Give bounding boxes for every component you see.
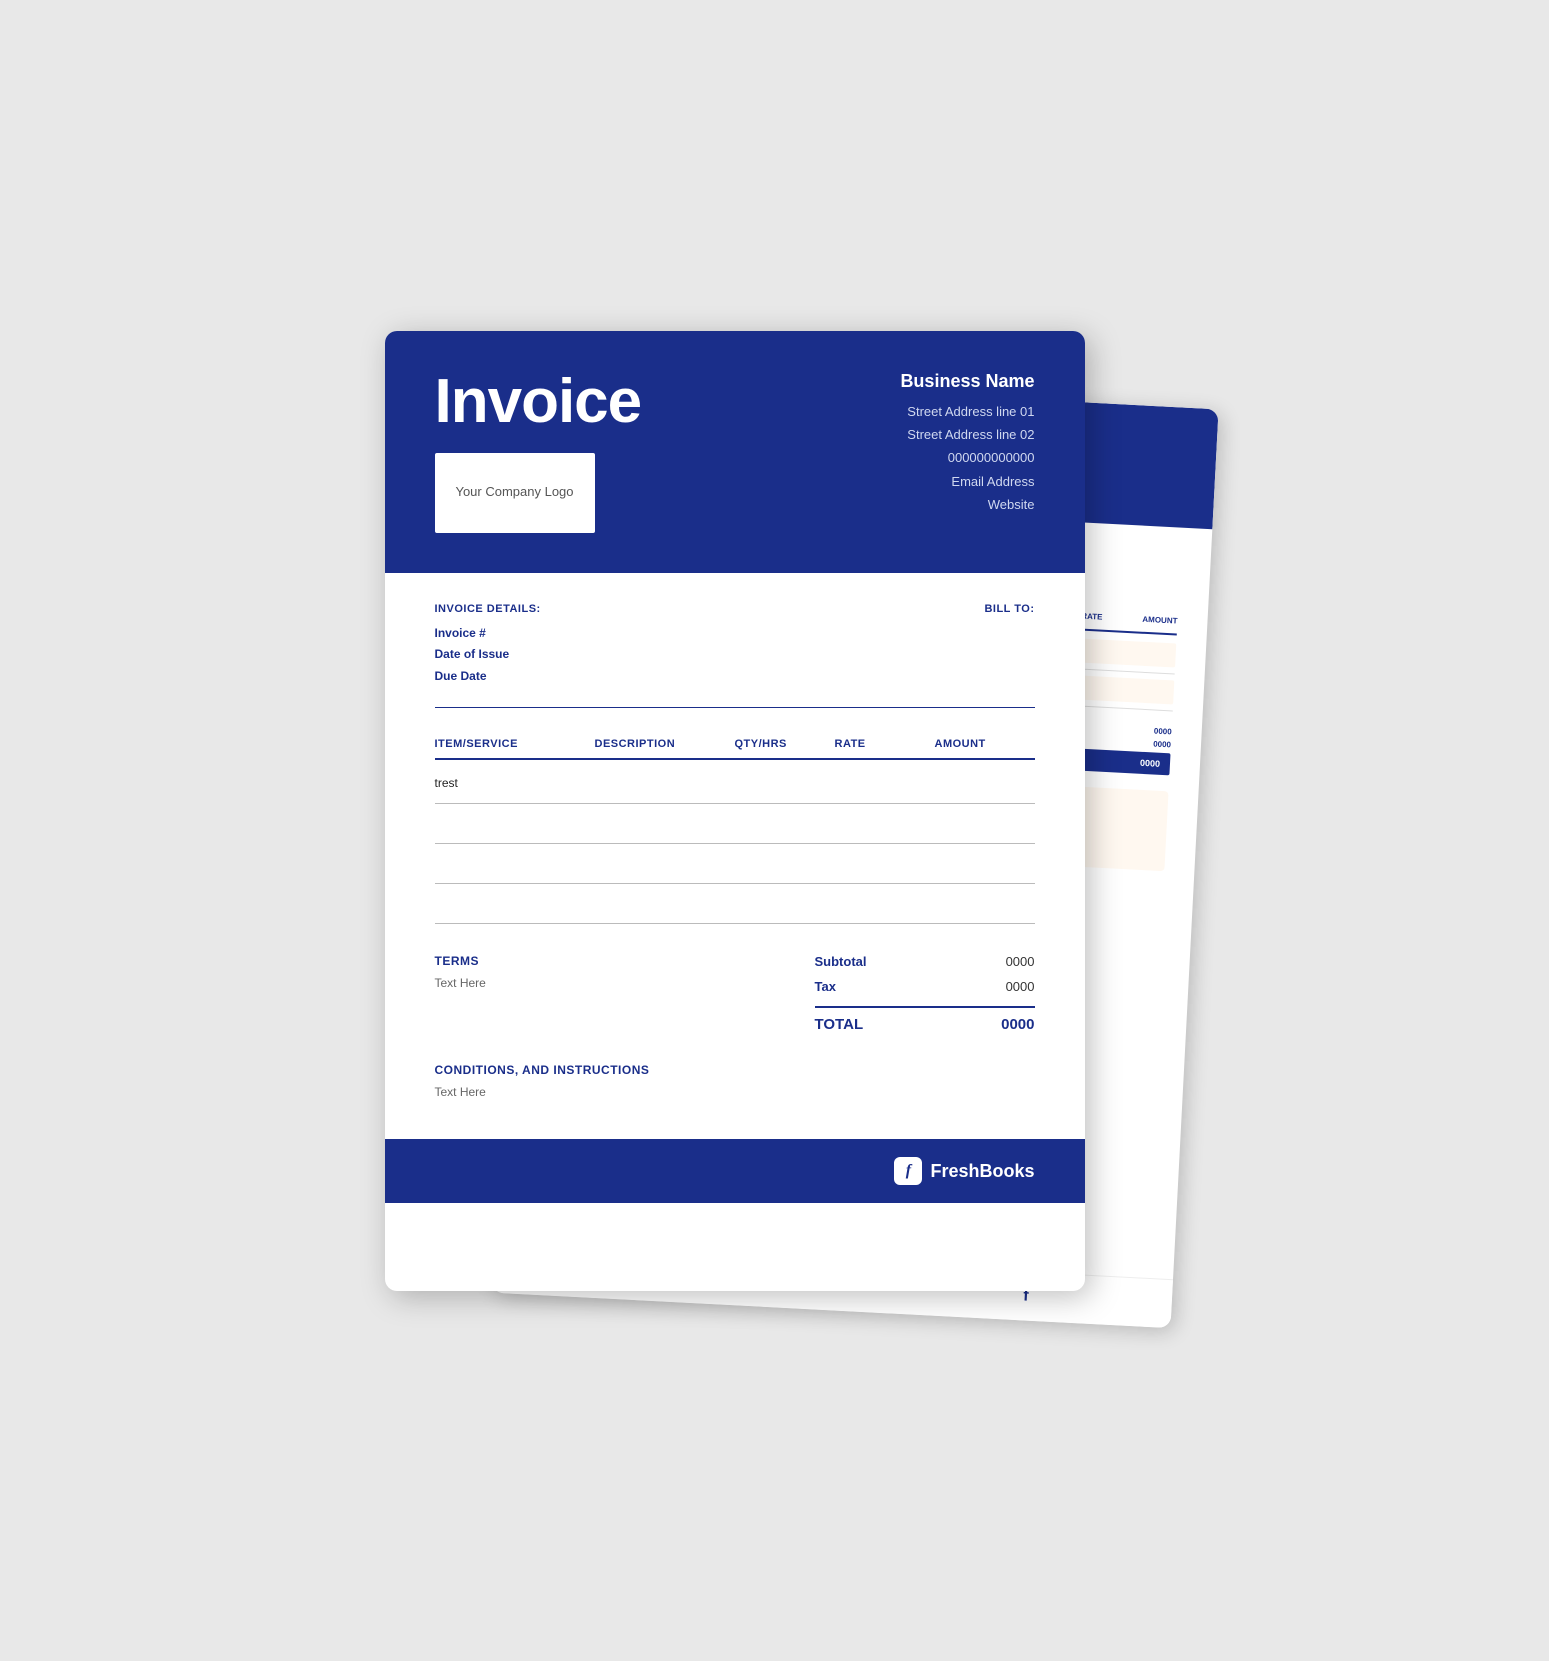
subtotal-label: Subtotal — [815, 954, 867, 969]
subtotal-value: 0000 — [1006, 954, 1035, 969]
total-value: 0000 — [1001, 1016, 1034, 1033]
freshbooks-icon: f — [894, 1157, 922, 1185]
conditions-section: CONDITIONS, AND INSTRUCTIONS Text Here — [435, 1063, 1035, 1099]
terms-section: TERMS Text Here — [435, 954, 815, 990]
table-row: trest — [435, 764, 1035, 804]
col-qty-header: QTY/HRS — [735, 738, 835, 750]
front-header-right: Business Name Street Address line 01 Str… — [900, 371, 1034, 517]
row3-amount — [935, 856, 1035, 871]
invoice-details-left: INVOICE DETAILS: Invoice # Date of Issue… — [435, 603, 541, 688]
business-name: Business Name — [900, 371, 1034, 392]
front-header: Invoice Your Company Logo Business Name … — [385, 331, 1085, 573]
website: Website — [900, 493, 1034, 516]
bottom-section: TERMS Text Here Subtotal 0000 Tax 0000 T… — [435, 944, 1035, 1033]
back-freshbooks-brand: FreshBooks — [1047, 1287, 1152, 1313]
row3-rate — [835, 856, 935, 871]
freshbooks-logo: f FreshBooks — [894, 1157, 1034, 1185]
row2-amount — [935, 816, 1035, 831]
total-row: TOTAL 0000 — [815, 1016, 1035, 1033]
col-amount-header: AMOUNT — [935, 738, 1035, 750]
row2-desc — [595, 816, 735, 831]
table-row — [435, 804, 1035, 844]
invoice-scene: INVOICE DETAILS: Invoice # 0000 Date of … — [385, 331, 1165, 1331]
terms-text: Text Here — [435, 976, 815, 990]
back-subtotal-value: 0000 — [1153, 726, 1171, 736]
col-item-header: ITEM/SERVICE — [435, 738, 595, 750]
date-of-issue-label: Date of Issue — [435, 644, 541, 666]
front-header-left: Invoice Your Company Logo — [435, 371, 642, 533]
row4-item — [435, 896, 595, 911]
items-table: ITEM/SERVICE DESCRIPTION QTY/HRS RATE AM… — [435, 738, 1035, 924]
row1-item: trest — [435, 776, 595, 791]
logo-box: Your Company Logo — [435, 453, 595, 533]
tax-row: Tax 0000 — [815, 979, 1035, 998]
table-row — [435, 884, 1035, 924]
freshbooks-icon-letter: f — [906, 1162, 911, 1180]
conditions-title: CONDITIONS, AND INSTRUCTIONS — [435, 1063, 1035, 1077]
col-desc-header: DESCRIPTION — [595, 738, 735, 750]
invoice-info-section: INVOICE DETAILS: Invoice # Date of Issue… — [435, 603, 1035, 709]
total-label: TOTAL — [815, 1016, 864, 1033]
email: Email Address — [900, 470, 1034, 493]
table-row — [435, 844, 1035, 884]
invoice-title: Invoice — [435, 371, 642, 433]
back-tax-value: 0000 — [1152, 739, 1170, 749]
invoice-details-title: INVOICE DETAILS: — [435, 603, 541, 615]
back-total-value: 0000 — [1139, 757, 1160, 768]
invoice-front-document: Invoice Your Company Logo Business Name … — [385, 331, 1085, 1291]
totals-divider — [815, 1006, 1035, 1008]
row2-rate — [835, 816, 935, 831]
street-address-2: Street Address line 02 — [900, 423, 1034, 446]
row4-desc — [595, 896, 735, 911]
row4-amount — [935, 896, 1035, 911]
row3-desc — [595, 856, 735, 871]
row4-qty — [735, 896, 835, 911]
terms-title: TERMS — [435, 954, 815, 968]
address-line1: Street Address line 01 Street Address li… — [900, 400, 1034, 517]
row3-item — [435, 856, 595, 871]
conditions-text: Text Here — [435, 1085, 1035, 1099]
row4-rate — [835, 896, 935, 911]
street-address-1: Street Address line 01 — [900, 400, 1034, 423]
totals-section: Subtotal 0000 Tax 0000 TOTAL 0000 — [815, 954, 1035, 1033]
row1-rate — [835, 776, 935, 791]
bill-to-label: BILL TO: — [984, 603, 1034, 615]
tax-label: Tax — [815, 979, 836, 994]
tax-value: 0000 — [1006, 979, 1035, 994]
phone: 000000000000 — [900, 446, 1034, 469]
back-amount-header: AMOUNT — [1142, 614, 1178, 625]
row2-qty — [735, 816, 835, 831]
front-body: INVOICE DETAILS: Invoice # Date of Issue… — [385, 573, 1085, 1120]
invoice-number-label: Invoice # — [435, 623, 541, 645]
row1-amount — [935, 776, 1035, 791]
col-rate-header: RATE — [835, 738, 935, 750]
row2-item — [435, 816, 595, 831]
freshbooks-brand: FreshBooks — [930, 1161, 1034, 1182]
subtotal-row: Subtotal 0000 — [815, 954, 1035, 973]
row1-qty — [735, 776, 835, 791]
table-header-row: ITEM/SERVICE DESCRIPTION QTY/HRS RATE AM… — [435, 738, 1035, 760]
row1-desc — [595, 776, 735, 791]
row3-qty — [735, 856, 835, 871]
logo-text: Your Company Logo — [455, 483, 573, 501]
front-footer: f FreshBooks — [385, 1139, 1085, 1203]
due-date-label: Due Date — [435, 666, 541, 688]
